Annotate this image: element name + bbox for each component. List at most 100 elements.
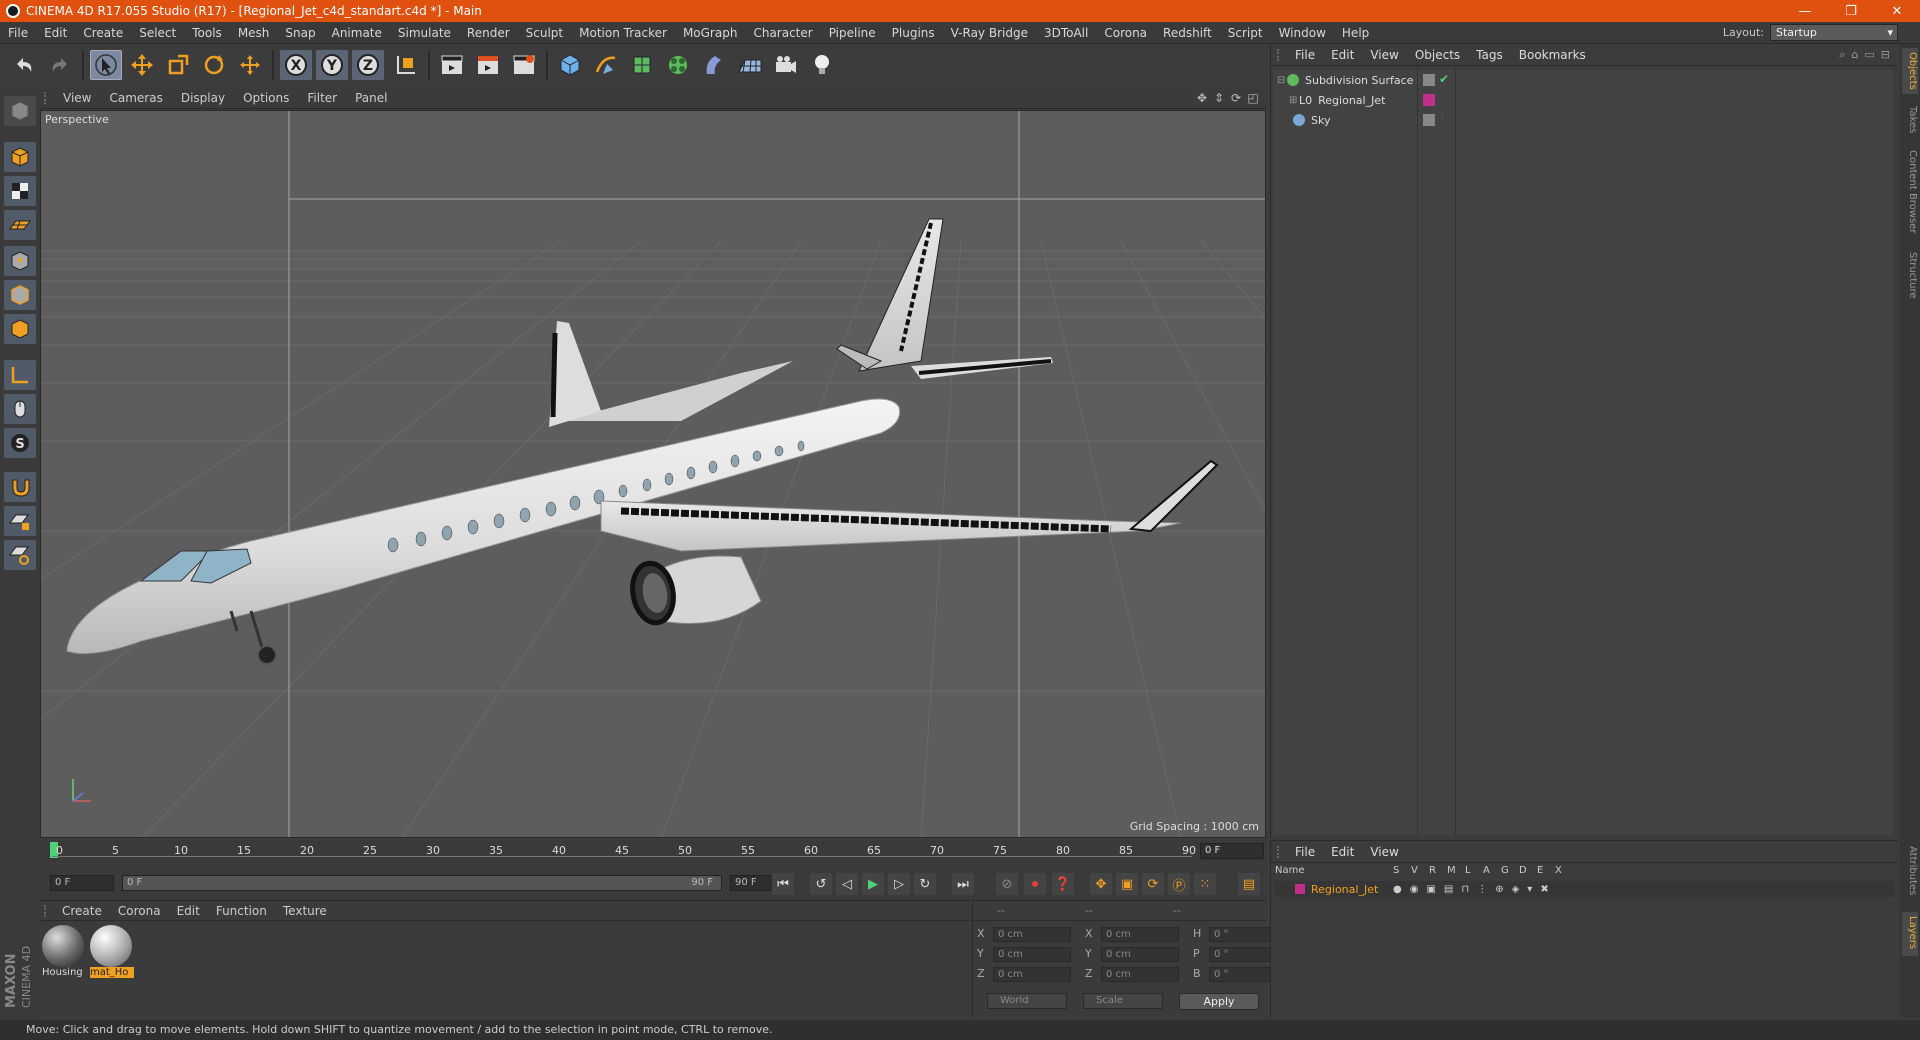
layer-color-icon[interactable] bbox=[1423, 94, 1435, 106]
render-picture-viewer-button[interactable] bbox=[472, 50, 504, 80]
next-key-button[interactable]: ↻ bbox=[914, 873, 936, 895]
tab-structure[interactable]: Structure bbox=[1902, 248, 1918, 302]
size-x-field[interactable]: 0 cm bbox=[1101, 927, 1179, 942]
menu-3dtoall[interactable]: 3DToAll bbox=[1036, 26, 1096, 40]
manager-toggle-icon[interactable]: ▤ bbox=[1444, 884, 1453, 895]
zoom-icon[interactable]: ⇕ bbox=[1212, 91, 1226, 105]
key-pla-button[interactable]: ⁙ bbox=[1194, 873, 1216, 895]
minimize-button[interactable]: — bbox=[1782, 0, 1828, 22]
animation-toggle-icon[interactable]: ⋮ bbox=[1477, 884, 1487, 895]
panel-grip[interactable] bbox=[1277, 845, 1287, 858]
layout-dropdown[interactable]: Startup bbox=[1770, 24, 1898, 41]
mat-menu-function[interactable]: Function bbox=[208, 904, 275, 918]
menu-render[interactable]: Render bbox=[459, 26, 518, 40]
obj-menu-objects[interactable]: Objects bbox=[1407, 48, 1468, 62]
deformer-button[interactable] bbox=[698, 50, 730, 80]
menu-tools[interactable]: Tools bbox=[184, 26, 230, 40]
material-swatch-selected[interactable]: mat_Ho bbox=[90, 925, 134, 983]
previous-key-button[interactable]: ↺ bbox=[810, 873, 832, 895]
lock-toggle-icon[interactable]: ⊓ bbox=[1461, 884, 1469, 895]
key-parameter-button[interactable]: Ⓟ bbox=[1168, 873, 1190, 895]
vp-menu-options[interactable]: Options bbox=[234, 91, 298, 105]
record-active-objects-button[interactable]: ⏺ bbox=[1024, 873, 1046, 895]
material-swatch[interactable]: Housing bbox=[42, 925, 86, 983]
visibility-dots-icon[interactable]: ⁚ bbox=[1441, 112, 1444, 121]
object-row-sky[interactable]: Sky ⁚ bbox=[1273, 111, 1893, 129]
planar-workplane-button[interactable] bbox=[4, 540, 36, 570]
expand-icon[interactable]: ⊟ bbox=[1881, 48, 1890, 62]
coordinate-system-button[interactable] bbox=[390, 50, 422, 80]
menu-select[interactable]: Select bbox=[131, 26, 184, 40]
mat-menu-edit[interactable]: Edit bbox=[169, 904, 208, 918]
snapping-button[interactable] bbox=[4, 472, 36, 502]
size-mode-dropdown[interactable]: Scale bbox=[1083, 993, 1163, 1009]
cube-primitive-button[interactable] bbox=[554, 50, 586, 80]
make-editable-button[interactable] bbox=[4, 96, 36, 126]
preview-range-slider[interactable]: 0 F 90 F bbox=[122, 875, 722, 891]
previous-frame-button[interactable]: ◁ bbox=[836, 873, 858, 895]
position-x-field[interactable]: 0 cm bbox=[993, 927, 1071, 942]
menu-vray-bridge[interactable]: V-Ray Bridge bbox=[943, 26, 1036, 40]
search-icon[interactable]: ⌕ bbox=[1839, 48, 1845, 62]
start-frame-field[interactable]: 0 F bbox=[50, 875, 114, 891]
panel-grip[interactable] bbox=[44, 904, 54, 917]
solo-mode-button[interactable]: S bbox=[4, 428, 36, 458]
close-button[interactable]: ✕ bbox=[1874, 0, 1920, 22]
size-y-field[interactable]: 0 cm bbox=[1101, 947, 1179, 962]
menu-script[interactable]: Script bbox=[1220, 26, 1271, 40]
perspective-viewport[interactable]: Perspective Grid Spacing : 1000 cm bbox=[40, 110, 1266, 838]
floor-button[interactable] bbox=[734, 50, 766, 80]
object-row-regional-jet[interactable]: ⊞ L0 Regional_Jet ⁚ bbox=[1273, 91, 1893, 109]
tab-content-browser[interactable]: Content Browser bbox=[1902, 146, 1918, 242]
cloner-button[interactable] bbox=[662, 50, 694, 80]
menu-file[interactable]: File bbox=[0, 26, 36, 40]
tab-layers[interactable]: Layers bbox=[1902, 912, 1918, 956]
rotation-b-field[interactable]: 0 ° bbox=[1209, 967, 1273, 982]
menu-redshift[interactable]: Redshift bbox=[1155, 26, 1220, 40]
vp-menu-cameras[interactable]: Cameras bbox=[100, 91, 171, 105]
visibility-dots-icon[interactable]: ⁚ bbox=[1441, 92, 1444, 101]
enabled-check-icon[interactable]: ✔ bbox=[1439, 72, 1449, 86]
menu-pipeline[interactable]: Pipeline bbox=[821, 26, 884, 40]
obj-menu-edit[interactable]: Edit bbox=[1323, 48, 1362, 62]
menu-animate[interactable]: Animate bbox=[324, 26, 390, 40]
locked-workplane-button[interactable] bbox=[4, 506, 36, 536]
layer-menu-file[interactable]: File bbox=[1287, 845, 1323, 859]
render-view-button[interactable] bbox=[436, 50, 468, 80]
move-tool-button[interactable] bbox=[126, 50, 158, 80]
render-toggle-icon[interactable]: ▣ bbox=[1426, 884, 1435, 895]
menu-mograph[interactable]: MoGraph bbox=[675, 26, 746, 40]
scale-tool-button[interactable] bbox=[162, 50, 194, 80]
generators-toggle-icon[interactable]: ⊕ bbox=[1495, 884, 1503, 895]
edges-mode-button[interactable] bbox=[4, 280, 36, 310]
vp-menu-view[interactable]: View bbox=[54, 91, 100, 105]
menu-motion-tracker[interactable]: Motion Tracker bbox=[571, 26, 675, 40]
tab-objects[interactable]: Objects bbox=[1902, 48, 1918, 94]
timeline-ruler[interactable]: 0 5 10 15 20 25 30 35 40 45 50 55 60 65 … bbox=[40, 840, 1266, 862]
points-mode-button[interactable] bbox=[4, 246, 36, 276]
rotate-tool-button[interactable] bbox=[198, 50, 230, 80]
edit-render-toggle-icon[interactable] bbox=[1423, 74, 1435, 86]
position-z-field[interactable]: 0 cm bbox=[993, 967, 1071, 982]
expand-toggle[interactable]: ⊞ bbox=[1289, 95, 1299, 106]
coordinate-space-dropdown[interactable]: World bbox=[987, 993, 1067, 1009]
timeline-button[interactable]: ▤ bbox=[1238, 873, 1260, 895]
key-position-button[interactable]: ✥ bbox=[1090, 873, 1112, 895]
obj-menu-bookmarks[interactable]: Bookmarks bbox=[1511, 48, 1594, 62]
apply-button[interactable]: Apply bbox=[1179, 993, 1259, 1010]
menu-corona[interactable]: Corona bbox=[1096, 26, 1155, 40]
position-y-field[interactable]: 0 cm bbox=[993, 947, 1071, 962]
menu-simulate[interactable]: Simulate bbox=[390, 26, 459, 40]
edit-render-toggle-icon[interactable] bbox=[1423, 114, 1435, 126]
texture-mode-button[interactable] bbox=[4, 176, 36, 206]
redo-button[interactable] bbox=[44, 50, 76, 80]
obj-menu-file[interactable]: File bbox=[1287, 48, 1323, 62]
layer-row-regional-jet[interactable]: Regional_Jet ● ◉ ▣ ▤ ⊓ ⋮ ⊕ ◈ ▾ ✖ bbox=[1275, 881, 1895, 897]
deformers-toggle-icon[interactable]: ◈ bbox=[1512, 884, 1520, 895]
live-selection-button[interactable] bbox=[90, 50, 122, 80]
render-settings-button[interactable] bbox=[508, 50, 540, 80]
orbit-icon[interactable]: ⟳ bbox=[1229, 91, 1243, 105]
layer-color-swatch[interactable] bbox=[1295, 884, 1305, 894]
tab-takes[interactable]: Takes bbox=[1902, 102, 1918, 138]
size-z-field[interactable]: 0 cm bbox=[1101, 967, 1179, 982]
